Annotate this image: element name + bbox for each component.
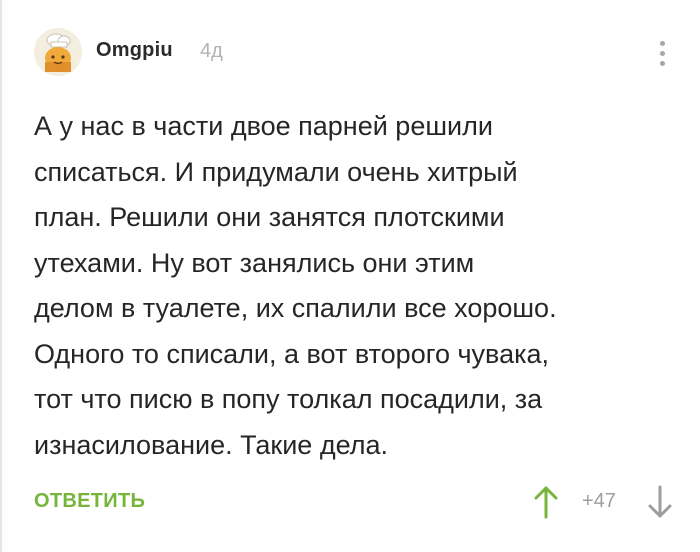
user-avatar[interactable] [34, 28, 82, 76]
reply-button[interactable]: ОТВЕТИТЬ [34, 490, 145, 513]
comment-text: А у нас в части двое парней решили списа… [34, 104, 654, 468]
comment-line: А у нас в части двое парней решили [34, 111, 493, 141]
dot-icon [659, 50, 665, 56]
arrow-down-icon [648, 485, 672, 518]
comment-timestamp: 4д [200, 40, 223, 62]
author-name[interactable]: Omgpiu [96, 39, 173, 62]
arrow-up-icon [534, 486, 558, 519]
downvote-button[interactable] [646, 484, 674, 520]
comment-footer: ОТВЕТИТЬ +47 [34, 482, 674, 522]
comment-line: Одного то списали, а вот второго чувака, [34, 338, 550, 369]
comment-header: Omgpiu 4д [34, 28, 674, 76]
thread-line [0, 0, 2, 552]
comment-line: делом в туалете, их спалили все хорошо. [34, 293, 557, 323]
chef-hat-avatar-icon [34, 28, 82, 76]
comment-line: списаться. И придумали очень хитрый [34, 156, 518, 187]
dot-icon [659, 40, 665, 46]
comment-line: тот что писю в попу толкал посадили, за [34, 384, 543, 414]
more-options-icon[interactable] [650, 36, 674, 70]
upvote-button[interactable] [532, 484, 560, 520]
comment-line: план. Решили они занятся плотскими [34, 202, 505, 232]
comment-line: изнасилование. Такие дела. [34, 429, 388, 460]
comment-line: утехами. Ну вот занялись они этим [34, 247, 475, 278]
rating-score: +47 [582, 490, 616, 512]
dot-icon [659, 60, 665, 66]
